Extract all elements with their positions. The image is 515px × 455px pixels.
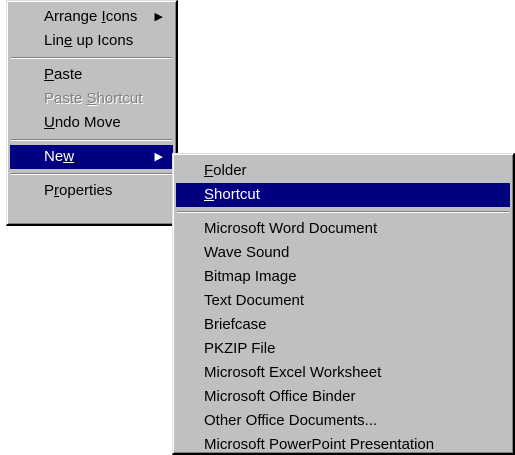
menu-item-paste[interactable]: Paste [10,63,173,87]
menu-item-accelerator: P [44,66,55,83]
submenu-item-bitmap-image[interactable]: Bitmap Image [176,265,510,289]
menu-item-accelerator: F [204,162,214,179]
menu-separator [177,211,509,213]
menu-item-label: Microsoft Excel Worksheet [204,364,382,381]
menu-item-label: Microsoft Word Document [204,220,378,237]
submenu-arrow-icon: ▶ [154,11,163,23]
submenu-arrow-icon: ▶ [154,151,163,163]
menu-item-label: Text Document [204,292,305,309]
menu-item-label: Ne [44,148,64,165]
menu-item-new[interactable]: New ▶ [10,145,173,169]
menu-item-label: Bitmap Image [204,268,297,285]
submenu-item-shortcut[interactable]: Shortcut [176,183,510,207]
menu-item-accelerator: S [204,186,215,203]
menu-item-accelerator: S [86,90,97,107]
submenu-item-folder[interactable]: Folder [176,159,510,183]
menu-item-label: hortcut [214,186,260,203]
menu-item-label: operties [59,182,113,199]
menu-item-label: P [44,182,55,199]
menu-item-accelerator: U [44,114,55,131]
menu-item-label: Paste [44,90,87,107]
submenu-item-briefcase[interactable]: Briefcase [176,313,510,337]
menu-item-label: Arrange [44,8,102,25]
menu-item-label: Microsoft PowerPoint Presentation [204,436,435,453]
menu-item-undo-move[interactable]: Undo Move [10,111,173,135]
desktop: Arrange Icons ▶ Line up Icons Paste Past… [0,0,515,455]
submenu-item-powerpoint-presentation[interactable]: Microsoft PowerPoint Presentation [176,433,510,455]
menu-item-label: up Icons [72,32,134,49]
menu-separator [11,57,172,59]
desktop-context-menu: Arrange Icons ▶ Line up Icons Paste Past… [6,0,178,226]
menu-item-label: PKZIP File [204,340,276,357]
menu-item-label: Lin [44,32,65,49]
menu-item-label: hortcut [96,90,143,107]
menu-item-label: Microsoft Office Binder [204,388,356,405]
menu-item-label: Wave Sound [204,244,290,261]
submenu-item-excel-worksheet[interactable]: Microsoft Excel Worksheet [176,361,510,385]
submenu-item-pkzip-file[interactable]: PKZIP File [176,337,510,361]
menu-item-arrange-icons[interactable]: Arrange Icons ▶ [10,5,173,29]
menu-item-label: Briefcase [204,316,267,333]
menu-item-line-up-icons[interactable]: Line up Icons [10,29,173,53]
menu-item-label: ndo Move [54,114,121,131]
menu-item-label: older [213,162,247,179]
menu-item-label: Other Office Documents... [204,412,378,429]
menu-separator [11,173,172,175]
menu-item-label: aste [54,66,83,83]
menu-item-properties[interactable]: Properties [10,179,173,203]
new-submenu: Folder Shortcut Microsoft Word Document … [172,153,515,455]
menu-item-label: cons [105,8,138,25]
menu-item-accelerator: w [63,148,75,165]
submenu-item-wave-sound[interactable]: Wave Sound [176,241,510,265]
submenu-item-other-office-documents[interactable]: Other Office Documents... [176,409,510,433]
menu-item-paste-shortcut: Paste Shortcut [10,87,173,111]
menu-separator [11,139,172,141]
submenu-item-text-document[interactable]: Text Document [176,289,510,313]
submenu-item-office-binder[interactable]: Microsoft Office Binder [176,385,510,409]
submenu-item-word-document[interactable]: Microsoft Word Document [176,217,510,241]
